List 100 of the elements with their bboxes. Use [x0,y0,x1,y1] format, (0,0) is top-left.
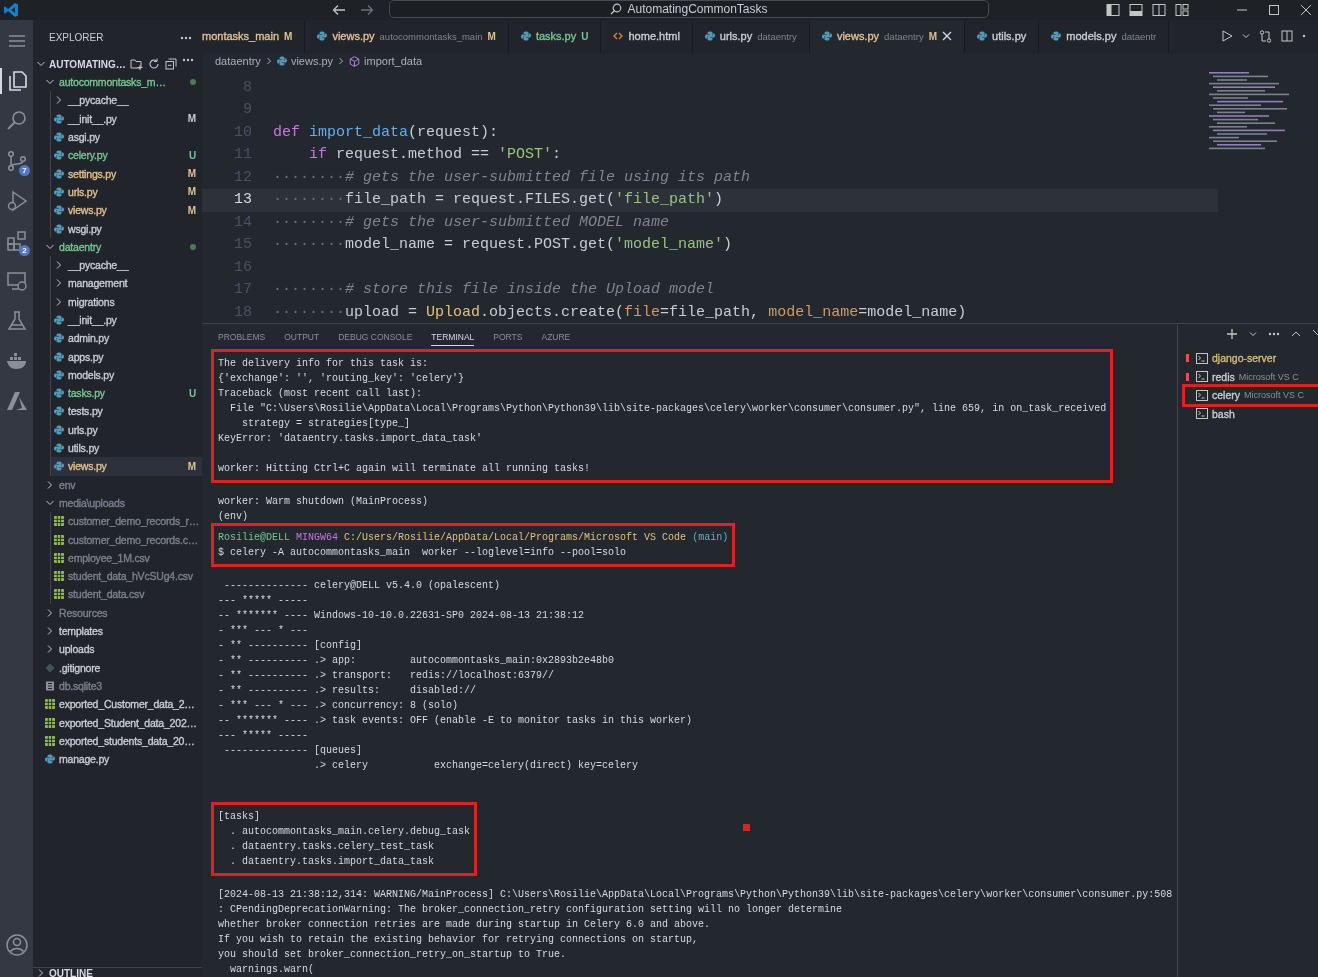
breadcrumb-item[interactable]: views.py [290,55,334,68]
terminal-line: -- ******* ---- Windows-10-10.0.22631-SP0 2024-08-13 21:38:12 [218,609,586,623]
panel-tab[interactable]: PROBLEMS [218,332,266,346]
count-badge: 7 [19,165,30,176]
file-item[interactable]: settings.py M [51,164,202,183]
file-item[interactable]: manage.py [33,750,202,769]
file-item[interactable]: employee_1M.csv [51,548,202,567]
folder-item[interactable]: __pycache__ [51,255,202,275]
git-status-label: M [187,186,196,198]
file-item[interactable]: customer_demo_records.c… [51,530,202,549]
panel-tab[interactable]: AZURE [541,332,571,346]
terminal-line: you should set broker_connection_retry_on_startup to True. [218,948,568,962]
file-item[interactable]: tests.py [51,402,202,421]
panel-tab[interactable]: DEBUG CONSOLE [338,332,413,346]
file-item[interactable]: asgi.py [51,127,202,147]
file-item[interactable]: exported_Student_data_202… [33,713,202,732]
terminal-list-item[interactable]: django-server [1186,349,1318,368]
terminal-list-item[interactable]: celery Microsoft VS C [1184,386,1318,405]
terminal-name: redis [1212,370,1235,383]
folder-item[interactable]: autocommontasks_m… [33,73,202,92]
git-status-label: M [284,30,293,42]
file-item[interactable]: urls.py M [51,182,202,202]
editor-tab[interactable]: urls.py dataentry [692,20,810,53]
editor-tab[interactable]: home.html [601,20,693,53]
file-item[interactable]: wsgi.py [51,219,202,238]
git-status-label: M [928,30,938,42]
panel-tab[interactable]: TERMINAL [431,332,475,346]
folder-item[interactable]: management [51,274,202,293]
folder-item[interactable]: uploads [33,640,202,659]
file-name: management [68,277,128,290]
file-name: exported_students_data_20… [59,734,195,747]
file-item[interactable]: views.py M [51,201,202,220]
file-name: urls.py [68,423,98,436]
terminal-line: File "C:\Users\Rosilie\AppData\Local\Programs\Python\Python39\lib\site-packages\celery\worker\consumer\consumer.py", line 659, in on_task_received [229,402,1107,416]
editor-tab[interactable]: tasks.py U [508,20,602,53]
command-search-field[interactable]: AutomatingCommonTasks [389,0,989,18]
count-badge: 2 [19,245,30,256]
outline-section-header[interactable]: OUTLINE [49,970,93,977]
file-item[interactable]: student_data.csv [51,585,202,604]
terminal-line: (env) [218,510,249,524]
file-item[interactable]: tasks.py U [51,384,202,403]
code-line: ········# gets the user-submitted MODEL name [272,212,670,233]
folder-item[interactable]: migrations [51,292,202,311]
terminal-line: -- ******* ---- .> task events: OFF (enable -E to monitor tasks in this worker) [218,714,693,728]
file-item[interactable]: exported_students_data_20… [33,731,202,750]
terminal-line: - ** ---------- .> results: disabled:// [218,684,478,698]
file-name: customer_demo_records.c… [68,533,198,546]
file-item[interactable]: student_data_hVcSUg4.csv [51,567,202,586]
file-name: tasks.py [68,387,105,400]
tab-title: views.py [836,30,880,43]
file-item[interactable]: views.py M [51,457,202,476]
file-name: .gitignore [59,661,101,674]
file-item[interactable]: urls.py [51,420,202,439]
file-item[interactable]: customer_demo_records_r… [51,512,202,531]
file-item[interactable]: celery.py U [51,146,202,165]
file-item[interactable]: __init__.py M [51,109,202,128]
folder-item[interactable]: env [33,475,202,494]
line-number: 13 [233,190,252,211]
breadcrumb-item[interactable]: dataentry [215,55,261,68]
terminal-line: . dataentry.tasks.import_data_task [229,855,436,869]
tab-title: utils.py [992,30,1027,43]
terminal-line: - ** ---------- .> transport: redis://localhost:6379// [218,669,556,683]
git-status-label: M [487,30,496,42]
panel-tab[interactable]: OUTPUT [284,332,320,346]
file-name: Resources [59,606,108,619]
file-name: student_data.csv [68,588,145,601]
terminal-line: - *** --- * --- .> concurrency: 8 (solo) [218,699,460,713]
editor-tab[interactable]: views.py autocommontasks_main M [305,20,509,53]
folder-item[interactable]: __pycache__ [51,91,202,110]
file-item[interactable]: db.sqlite3 [33,676,202,696]
terminal-line: whether broker connection retries are made during startup in Celery 6.0 and above. [218,918,712,932]
workspace-title[interactable]: AUTOMATING… [49,58,126,70]
file-name: exported_Student_data_202… [59,716,197,729]
file-item[interactable]: models.py [51,365,202,385]
file-name: uploads [59,643,95,656]
folder-item[interactable]: media\uploads [33,493,202,513]
file-name: asgi.py [68,131,100,144]
file-name: customer_demo_records_r… [68,515,200,528]
folder-item[interactable]: Resources [33,603,202,622]
terminal-list-item[interactable]: redis Microsoft VS C [1186,367,1318,386]
editor-tab[interactable]: montasks_main M [202,20,306,53]
file-item[interactable]: admin.py [51,329,202,348]
file-item[interactable]: utils.py [51,438,202,458]
terminal-list-item[interactable]: bash [1186,404,1318,423]
code-line: def import_data(request): [272,122,499,143]
breadcrumb-item[interactable]: import_data [364,55,423,68]
file-item[interactable]: apps.py [51,347,202,366]
terminal-line: Traceback (most recent call last): [218,387,424,401]
folder-item[interactable]: templates [33,621,202,641]
folder-item[interactable]: dataentry [33,237,202,256]
terminal-line: . dataentry.tasks.celery_test_task [229,840,436,854]
tab-title: views.py [332,30,375,43]
file-name: utils.py [68,442,100,455]
panel-tab[interactable]: PORTS [493,332,523,346]
file-item[interactable]: exported_Customer_data_2… [33,695,202,714]
editor-tab[interactable]: utils.py [965,20,1040,53]
tab-title: urls.py [719,30,753,43]
file-item[interactable]: __init__.py [51,310,202,330]
editor-tab[interactable]: models.py dataentr [1039,20,1170,53]
file-item[interactable]: .gitignore [33,658,202,677]
